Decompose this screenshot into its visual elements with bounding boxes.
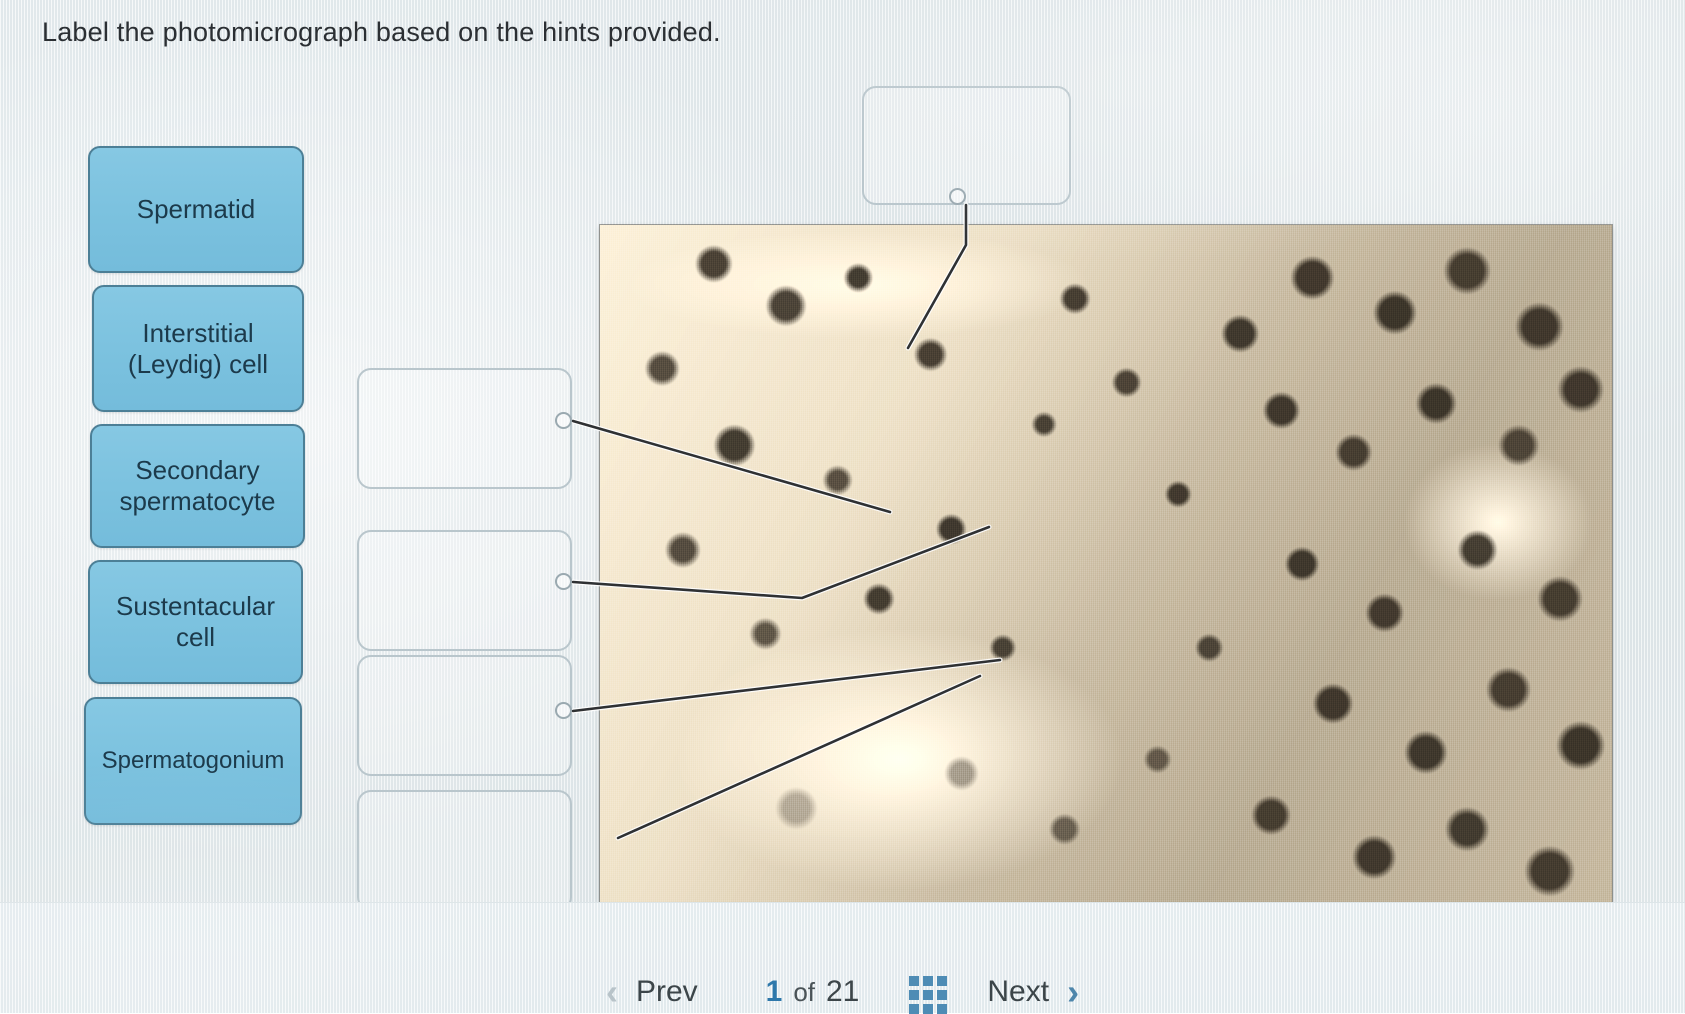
prev-button[interactable]: ‹ Prev xyxy=(606,974,698,1010)
chevron-left-icon: ‹ xyxy=(605,971,618,1012)
testis-photomicrograph xyxy=(600,225,1612,903)
chevron-right-icon: › xyxy=(1067,971,1080,1012)
dropbox-left-2-anchor xyxy=(555,573,572,590)
dropbox-left-1-anchor xyxy=(555,412,572,429)
dropbox-top-anchor xyxy=(949,188,966,205)
prev-button-label: Prev xyxy=(635,975,698,1008)
answer-tile-label: Interstitial (Leydig) cell xyxy=(127,317,269,379)
micrograph-tissue xyxy=(600,225,1612,903)
current-page-number: 1 xyxy=(765,975,783,1008)
answer-tile-secondary-spermatocyte[interactable]: Secondary spermatocyte xyxy=(90,424,305,548)
grid-view-icon[interactable] xyxy=(909,976,948,1014)
page-title: Label the photomicrograph based on the h… xyxy=(42,17,721,47)
total-pages-number: 21 xyxy=(826,975,860,1008)
answer-tile-label: Spermatid xyxy=(136,194,256,225)
answer-tile-label: Spermatogonium xyxy=(101,746,285,774)
bottom-navigation-bar: ‹ Prev 1 of 21 Next › xyxy=(0,902,1685,1014)
answer-tile-spermatid[interactable]: Spermatid xyxy=(88,146,304,273)
dropbox-left-3[interactable] xyxy=(357,655,572,776)
answer-tile-label: Sustentacular cell xyxy=(116,591,275,652)
next-button[interactable]: Next › xyxy=(987,974,1079,1010)
answer-tile-spermatogonium[interactable]: Spermatogonium xyxy=(84,697,302,825)
counter-of-word: of xyxy=(793,977,815,1007)
answer-tile-interstitial-leydig-cell[interactable]: Interstitial (Leydig) cell xyxy=(92,285,304,412)
answer-tile-label: Secondary spermatocyte xyxy=(119,455,276,516)
dropbox-left-3-anchor xyxy=(555,702,572,719)
dropbox-left-2[interactable] xyxy=(357,530,572,651)
answer-tile-sustentacular-cell[interactable]: Sustentacular cell xyxy=(88,560,303,684)
dropbox-left-1[interactable] xyxy=(357,368,572,489)
next-button-label: Next xyxy=(987,975,1050,1008)
dropbox-top[interactable] xyxy=(862,86,1071,205)
dropbox-left-4[interactable] xyxy=(357,790,572,911)
page-counter: 1 of 21 xyxy=(766,975,860,1009)
